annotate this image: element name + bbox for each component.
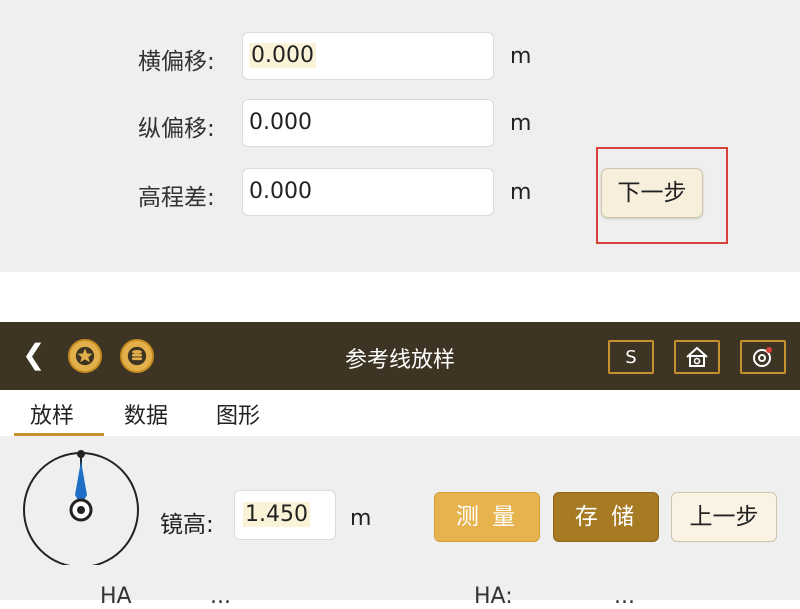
measure-button[interactable]: 测 量: [434, 492, 540, 542]
longitudinal-offset-label: 纵偏移:: [138, 116, 215, 142]
elevation-diff-unit: m: [510, 180, 532, 205]
tab-data[interactable]: 数据: [124, 398, 168, 430]
form-row-lateral: 横偏移: 0.000 m: [0, 32, 800, 82]
ha-right-label: HA:: [474, 584, 513, 609]
chevron-left-icon[interactable]: ❮: [22, 340, 45, 370]
target-icon: [753, 347, 772, 367]
mirror-height-unit: m: [350, 506, 372, 531]
longitudinal-offset-unit: m: [510, 111, 532, 136]
store-button[interactable]: 存 储: [553, 492, 659, 542]
mirror-height-input[interactable]: 1.450: [234, 490, 336, 540]
home-icon: [686, 346, 708, 367]
star-icon[interactable]: [68, 339, 102, 373]
tab-graphic[interactable]: 图形: [216, 398, 260, 430]
ha-right-value: ...: [614, 584, 635, 609]
lateral-offset-unit: m: [510, 44, 532, 69]
tab-bar: 放样 数据 图形: [0, 390, 800, 436]
longitudinal-offset-input[interactable]: 0.000: [242, 99, 494, 147]
s-button[interactable]: S: [608, 340, 654, 374]
elevation-diff-input[interactable]: 0.000: [242, 168, 494, 216]
compass-icon: [23, 450, 139, 565]
reference-line-stakeout-screen: ❮ 参考线放样 S 放样 数据 图形 镜高: 1.450 m 测 量 存 储 上…: [0, 322, 800, 609]
elevation-diff-label: 高程差:: [138, 185, 215, 211]
ha-left-label: HA: [100, 584, 132, 609]
target-button[interactable]: [740, 340, 786, 374]
next-step-button[interactable]: 下一步: [601, 168, 703, 218]
active-tab-indicator: [14, 433, 104, 436]
lateral-offset-label: 横偏移:: [138, 49, 215, 75]
mirror-height-label: 镜高:: [160, 512, 214, 538]
page-title: 参考线放样: [344, 348, 455, 373]
tab-stakeout[interactable]: 放样: [30, 398, 74, 430]
title-bar: ❮ 参考线放样 S: [0, 322, 800, 390]
previous-step-button[interactable]: 上一步: [671, 492, 777, 542]
database-icon[interactable]: [120, 339, 154, 373]
ha-left-value: ...: [210, 584, 231, 609]
home-button[interactable]: [674, 340, 720, 374]
form-row-longitudinal: 纵偏移: 0.000 m: [0, 99, 800, 149]
lateral-offset-input[interactable]: 0.000: [242, 32, 494, 80]
offset-form-panel: 横偏移: 0.000 m 纵偏移: 0.000 m 高程差: 0.000 m 下…: [0, 0, 800, 272]
